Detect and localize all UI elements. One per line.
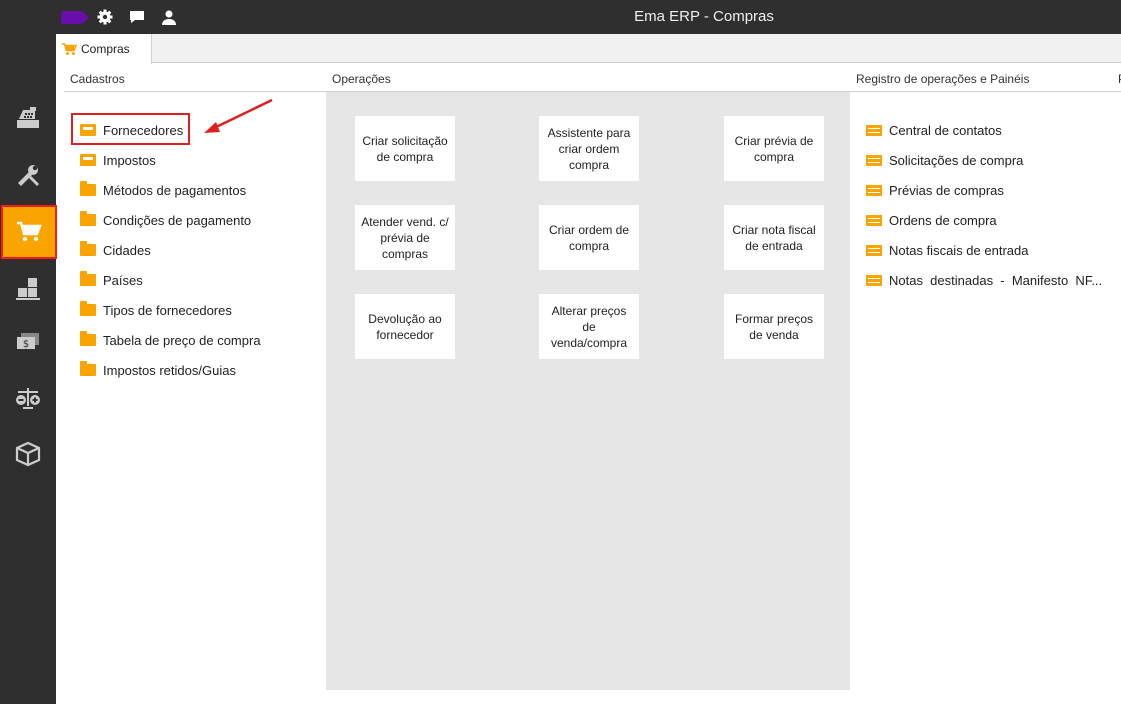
op-button[interactable]: Assistente para criar ordem compra bbox=[539, 116, 639, 181]
folder-icon bbox=[80, 361, 96, 376]
registro-item[interactable]: Prévias de compras bbox=[866, 179, 1004, 201]
cash-register-icon bbox=[17, 107, 39, 128]
op-button[interactable]: Formar preços de venda bbox=[724, 294, 824, 359]
registro-label: Notas fiscais de entrada bbox=[889, 242, 1029, 258]
sidebar-item-products[interactable] bbox=[0, 428, 56, 480]
annotation-arrow bbox=[204, 98, 273, 133]
section-header-operacoes: Operações bbox=[332, 72, 391, 86]
registro-label: Notas destinadas - Manifesto NF... bbox=[889, 272, 1103, 288]
section-header-registro: Registro de operações e Painéis bbox=[856, 72, 1030, 86]
cadastro-item[interactable]: Tipos de fornecedores bbox=[80, 299, 232, 321]
cadastro-item[interactable]: Métodos de pagamentos bbox=[80, 179, 246, 201]
tab-compras[interactable]: Compras bbox=[56, 34, 152, 64]
sidebar-item-finance[interactable]: $ bbox=[0, 316, 56, 368]
op-button[interactable]: Criar nota fiscal de entrada bbox=[724, 205, 824, 270]
registro-item[interactable]: Ordens de compra bbox=[866, 209, 997, 231]
window-title: Ema ERP - Compras bbox=[634, 8, 774, 25]
svg-text:$: $ bbox=[23, 339, 29, 350]
scale-icon bbox=[16, 388, 40, 409]
cart-icon bbox=[62, 42, 77, 55]
tab-strip: Compras bbox=[56, 34, 1121, 64]
cadastro-label: Métodos de pagamentos bbox=[103, 182, 247, 198]
highlight-box bbox=[71, 113, 190, 145]
cadastro-item[interactable]: Tabela de preço de compra bbox=[80, 329, 261, 351]
cadastro-item[interactable]: Países bbox=[80, 269, 143, 291]
cadastro-item[interactable]: Impostos retidos/Guias bbox=[80, 359, 236, 381]
op-button[interactable]: Alterar preços de venda/compra bbox=[539, 294, 639, 359]
sidebar-item-cash-register[interactable] bbox=[0, 92, 56, 144]
list-icon bbox=[866, 124, 882, 136]
list-icon bbox=[866, 154, 882, 166]
top-bar: Ema ERP - Compras bbox=[0, 0, 1121, 34]
op-button[interactable]: Atender vend. c/ prévia de compras bbox=[355, 205, 455, 270]
folder-icon bbox=[80, 271, 96, 286]
cube-icon bbox=[15, 441, 41, 467]
registro-item[interactable]: Central de contatos bbox=[866, 119, 1002, 141]
folder-icon bbox=[80, 211, 96, 226]
registro-label: Prévias de compras bbox=[889, 182, 1004, 198]
user-icon[interactable] bbox=[160, 8, 178, 26]
list-icon bbox=[866, 184, 882, 196]
app-sidebar: $ bbox=[0, 34, 57, 704]
gear-icon[interactable] bbox=[96, 8, 114, 26]
cadastro-label: Países bbox=[103, 272, 143, 288]
folder-icon bbox=[80, 181, 96, 196]
money-icon: $ bbox=[17, 333, 39, 350]
cart-icon bbox=[17, 221, 42, 242]
cadastro-label: Impostos bbox=[103, 152, 156, 168]
boxes-icon bbox=[16, 278, 40, 300]
op-button[interactable]: Criar solicitação de compra bbox=[355, 116, 455, 181]
registro-item[interactable]: Solicitações de compra bbox=[866, 149, 1023, 171]
cadastro-item[interactable]: Cidades bbox=[80, 239, 151, 261]
list-icon bbox=[866, 274, 882, 286]
op-button[interactable]: Criar ordem de compra bbox=[539, 205, 639, 270]
cadastro-label: Impostos retidos/Guias bbox=[103, 362, 236, 378]
cadastro-label: Condições de pagamento bbox=[103, 212, 252, 228]
sidebar-item-inventory[interactable] bbox=[0, 262, 56, 314]
sidebar-item-tools[interactable] bbox=[0, 149, 56, 201]
list-icon bbox=[866, 244, 882, 256]
chat-icon[interactable] bbox=[128, 8, 146, 26]
op-button[interactable]: Devolução ao fornecedor bbox=[355, 294, 455, 359]
cadastro-item[interactable]: Impostos bbox=[80, 149, 156, 171]
registro-label: Central de contatos bbox=[889, 122, 1002, 138]
registro-item[interactable]: Notas destinadas - Manifesto NF... bbox=[866, 269, 1102, 291]
folder-icon bbox=[80, 331, 96, 346]
registro-item[interactable]: Notas fiscais de entrada bbox=[866, 239, 1028, 261]
cadastro-label: Tabela de preço de compra bbox=[103, 332, 261, 348]
cadastro-label: Tipos de fornecedores bbox=[103, 302, 232, 318]
operacoes-panel bbox=[326, 92, 850, 690]
op-button[interactable]: Criar prévia de compra bbox=[724, 116, 824, 181]
registro-label: Solicitações de compra bbox=[889, 152, 1024, 168]
folder-icon bbox=[80, 301, 96, 316]
cadastro-label: Cidades bbox=[103, 242, 151, 258]
cadastro-item[interactable]: Condições de pagamento bbox=[80, 209, 251, 231]
list-icon bbox=[866, 214, 882, 226]
tab-label: Compras bbox=[81, 42, 130, 56]
sidebar-item-accounting[interactable] bbox=[0, 372, 56, 424]
tray-icon bbox=[80, 154, 96, 166]
registro-label: Ordens de compra bbox=[889, 212, 997, 228]
section-header-cadastros: Cadastros bbox=[70, 72, 125, 86]
sidebar-item-compras[interactable] bbox=[1, 205, 57, 259]
tag-icon[interactable] bbox=[61, 11, 82, 24]
folder-icon bbox=[80, 241, 96, 256]
tools-icon bbox=[18, 165, 39, 186]
